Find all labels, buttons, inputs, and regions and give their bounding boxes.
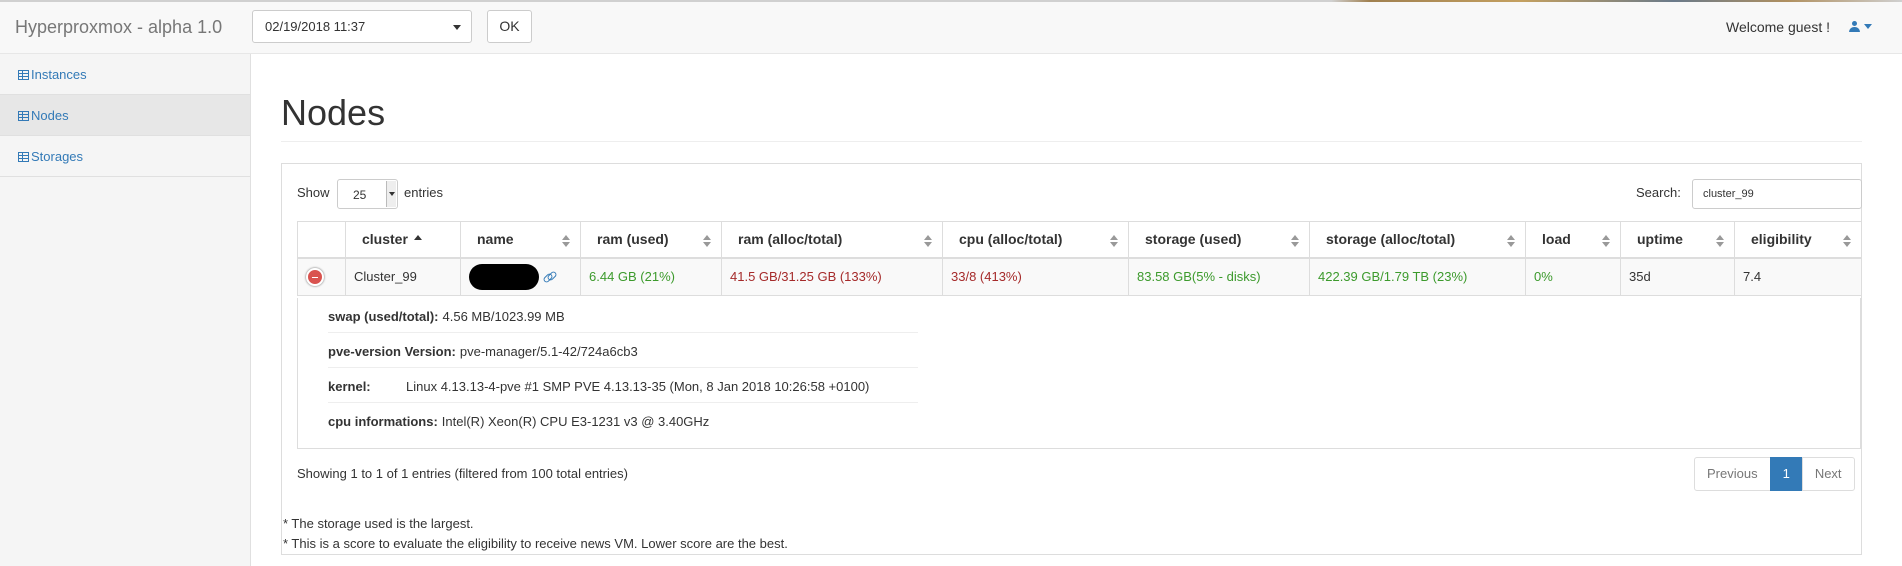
page-1-button[interactable]: 1 xyxy=(1769,457,1803,491)
column-header-ram-alloc[interactable]: ram (alloc/total) xyxy=(721,221,943,259)
row-toggle-cell xyxy=(297,257,346,296)
page-length-select[interactable]: 25 xyxy=(337,179,398,209)
top-navbar: Hyperproxmox - alpha 1.0 02/19/2018 11:3… xyxy=(0,0,1902,54)
sidebar-item-label: Storages xyxy=(31,149,84,164)
show-label: Show xyxy=(297,185,330,200)
detail-label: cpu informations: xyxy=(328,414,438,429)
column-header-label: ram (used) xyxy=(597,231,669,248)
sort-icon xyxy=(1716,235,1724,247)
column-header-label: load xyxy=(1542,231,1571,248)
column-header-load[interactable]: load xyxy=(1525,221,1621,259)
footnote-eligibility: * This is a score to evaluate the eligib… xyxy=(283,536,788,551)
cell-eligibility: 7.4 xyxy=(1734,257,1862,296)
detail-kernel: kernel: Linux 4.13.13-4-pve #1 SMP PVE 4.… xyxy=(328,368,918,403)
detail-pve-version: pve-version Version: pve-manager/5.1-42/7… xyxy=(328,333,918,368)
cell-storage-used: 83.58 GB(5% - disks) xyxy=(1128,257,1310,296)
sidebar: Instances Nodes Storages xyxy=(0,54,251,566)
detail-label: swap (used/total): xyxy=(328,309,439,324)
date-select[interactable]: 02/19/2018 11:37 xyxy=(252,10,472,43)
cell-ram-used: 6.44 GB (21%) xyxy=(580,257,722,296)
sort-icon xyxy=(1602,235,1610,247)
table-row[interactable]: Cluster_99 6.44 GB (21%) 41.5 GB/31.25 G… xyxy=(297,257,1862,296)
user-menu-button[interactable] xyxy=(1849,19,1872,34)
column-header-cpu-alloc[interactable]: cpu (alloc/total) xyxy=(942,221,1129,259)
page-length-value: 25 xyxy=(353,188,367,202)
row-details: swap (used/total): 4.56 MB/1023.99 MB pve… xyxy=(297,298,1861,449)
cell-storage-alloc: 422.39 GB/1.79 TB (23%) xyxy=(1309,257,1526,296)
sidebar-item-instances[interactable]: Instances xyxy=(0,54,250,95)
ok-button[interactable]: OK xyxy=(487,10,532,43)
sort-icon xyxy=(1291,235,1299,247)
cell-name xyxy=(460,257,581,296)
chevron-down-icon xyxy=(386,181,396,207)
user-icon xyxy=(1849,21,1860,32)
pagination: Previous 1 Next xyxy=(1694,457,1855,491)
sidebar-item-label: Instances xyxy=(31,67,87,82)
detail-label: pve-version Version: xyxy=(328,344,456,359)
welcome-text: Welcome guest ! xyxy=(1725,19,1830,35)
column-header-ram-used[interactable]: ram (used) xyxy=(580,221,722,259)
detail-swap: swap (used/total): 4.56 MB/1023.99 MB xyxy=(328,298,918,333)
detail-cpu-info: cpu informations: Intel(R) Xeon(R) CPU E3… xyxy=(328,403,918,438)
sort-icon xyxy=(1843,235,1851,247)
next-button[interactable]: Next xyxy=(1801,457,1855,491)
sidebar-item-label: Nodes xyxy=(31,108,69,123)
search-input[interactable] xyxy=(1692,179,1862,209)
sort-icon xyxy=(1110,235,1118,247)
nodes-table: cluster name ram (used) ram (alloc/total… xyxy=(297,221,1862,296)
detail-value: 4.56 MB/1023.99 MB xyxy=(442,309,565,324)
sidebar-item-nodes[interactable]: Nodes xyxy=(0,95,250,136)
cell-uptime: 35d xyxy=(1620,257,1735,296)
chevron-down-icon xyxy=(453,25,461,30)
cell-cluster: Cluster_99 xyxy=(345,257,461,296)
cell-cpu-alloc: 33/8 (413%) xyxy=(942,257,1129,296)
column-header-label: storage (used) xyxy=(1145,231,1242,248)
column-header-cluster[interactable]: cluster xyxy=(345,221,461,259)
app-title[interactable]: Hyperproxmox - alpha 1.0 xyxy=(15,17,222,38)
date-select-value: 02/19/2018 11:37 xyxy=(265,19,366,34)
detail-value: Intel(R) Xeon(R) CPU E3-1231 v3 @ 3.40GH… xyxy=(441,414,710,429)
column-header-label: ram (alloc/total) xyxy=(738,231,843,248)
column-header-eligibility[interactable]: eligibility xyxy=(1734,221,1862,259)
previous-button[interactable]: Previous xyxy=(1694,457,1771,491)
column-header-label: eligibility xyxy=(1751,231,1812,248)
table-icon xyxy=(18,152,29,162)
table-icon xyxy=(18,70,29,80)
sort-icon xyxy=(1507,235,1515,247)
column-header-storage-alloc[interactable]: storage (alloc/total) xyxy=(1309,221,1526,259)
divider xyxy=(281,141,1862,142)
search-label: Search: xyxy=(1636,185,1681,200)
sidebar-item-storages[interactable]: Storages xyxy=(0,136,250,177)
collapse-row-icon[interactable] xyxy=(306,267,324,286)
sort-icon xyxy=(703,235,711,247)
column-header-label: storage (alloc/total) xyxy=(1326,231,1456,248)
column-header-storage-used[interactable]: storage (used) xyxy=(1128,221,1310,259)
column-header-uptime[interactable]: uptime xyxy=(1620,221,1735,259)
footnote-storage: * The storage used is the largest. xyxy=(283,516,474,531)
column-header-control xyxy=(297,221,346,259)
sort-icon xyxy=(924,235,932,247)
cell-load: 0% xyxy=(1525,257,1621,296)
column-header-label: cluster xyxy=(362,231,408,248)
detail-value: pve-manager/5.1-42/724a6cb3 xyxy=(459,344,638,359)
chevron-down-icon xyxy=(1864,24,1872,29)
page-title: Nodes xyxy=(281,92,386,133)
redacted-name xyxy=(469,263,539,290)
table-icon xyxy=(18,111,29,121)
top-strip xyxy=(0,0,1902,2)
detail-label: kernel: xyxy=(328,379,371,394)
table-info: Showing 1 to 1 of 1 entries (filtered fr… xyxy=(297,466,628,481)
entries-label: entries xyxy=(404,185,444,200)
column-header-label: name xyxy=(477,231,514,248)
column-header-name[interactable]: name xyxy=(460,221,581,259)
table-header-row: cluster name ram (used) ram (alloc/total… xyxy=(297,221,1862,259)
column-header-label: uptime xyxy=(1637,231,1683,248)
cell-ram-alloc: 41.5 GB/31.25 GB (133%) xyxy=(721,257,943,296)
detail-value: Linux 4.13.13-4-pve #1 SMP PVE 4.13.13-3… xyxy=(406,379,870,394)
sort-asc-icon xyxy=(414,235,422,247)
column-header-label: cpu (alloc/total) xyxy=(959,231,1063,248)
sort-icon xyxy=(562,235,570,247)
link-icon[interactable] xyxy=(543,270,556,283)
